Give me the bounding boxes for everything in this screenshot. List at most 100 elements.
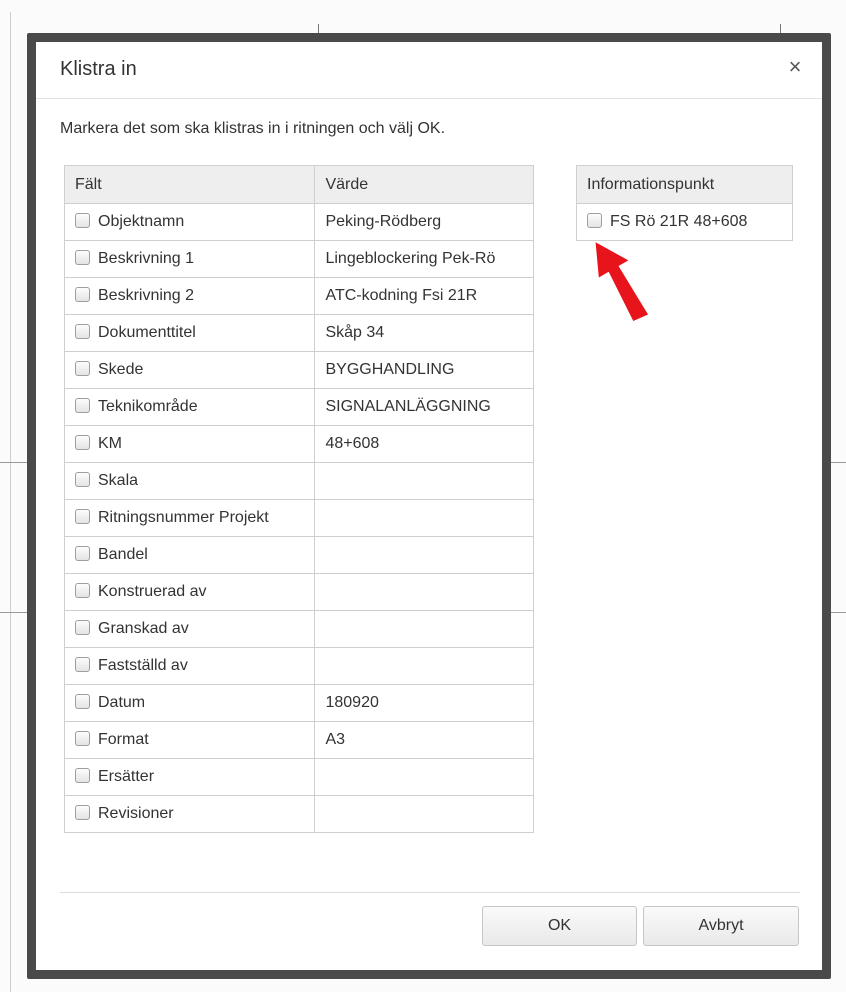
field-label: Skede: [98, 361, 144, 378]
checkbox-row[interactable]: Datum: [75, 694, 145, 711]
close-icon[interactable]: ×: [782, 54, 808, 80]
red-arrow-shape: [595, 242, 649, 321]
field-label: Datum: [98, 694, 146, 711]
background-line: [0, 612, 27, 613]
field-checkbox[interactable]: [75, 398, 90, 413]
field-checkbox[interactable]: [75, 324, 90, 339]
checkbox-row[interactable]: Konstruerad av: [75, 583, 207, 600]
field-checkbox[interactable]: [75, 213, 90, 228]
checkbox-row[interactable]: Fastställd av: [75, 657, 188, 674]
field-value: [314, 573, 534, 611]
checkbox-row[interactable]: Format: [75, 731, 149, 748]
field-checkbox[interactable]: [75, 657, 90, 672]
table-row: Ritningsnummer Projekt: [63, 499, 534, 537]
table-row: Teknikområde SIGNALANLÄGGNING: [63, 388, 534, 426]
field-label: Objektnamn: [98, 213, 185, 230]
field-value: 180920: [314, 684, 534, 722]
checkbox-row[interactable]: Bandel: [75, 546, 148, 563]
checkbox-row[interactable]: Objektnamn: [75, 213, 184, 230]
field-label: Konstruerad av: [98, 583, 207, 600]
table-row: Objektnamn Peking-Rödberg: [63, 203, 534, 241]
table-row: Bandel: [63, 536, 534, 574]
field-label: Granskad av: [98, 620, 189, 637]
field-label: Beskrivning 1: [98, 250, 195, 267]
table-row: Datum 180920: [63, 684, 534, 722]
background-line: [0, 462, 27, 463]
checkbox-row[interactable]: Ritningsnummer Projekt: [75, 509, 269, 526]
checkbox-row[interactable]: Revisioner: [75, 805, 174, 822]
red-arrow-annotation: [595, 242, 649, 321]
field-checkbox[interactable]: [75, 509, 90, 524]
field-value: BYGGHANDLING: [314, 351, 534, 389]
cancel-button[interactable]: Avbryt: [643, 906, 799, 946]
column-header-value: Värde: [314, 165, 534, 204]
field-label: Ersätter: [98, 768, 155, 785]
field-value: Peking-Rödberg: [314, 203, 534, 241]
field-label: Skala: [98, 472, 139, 489]
table-row: Skala: [63, 462, 534, 500]
field-label: Ritningsnummer Projekt: [98, 509, 269, 526]
table-row: Skede BYGGHANDLING: [63, 351, 534, 389]
field-checkbox[interactable]: [75, 768, 90, 783]
field-label: KM: [98, 435, 122, 452]
column-header-information-point: Informationspunkt: [576, 165, 793, 204]
field-label: Teknikområde: [98, 398, 198, 415]
table-header-row: Informationspunkt: [576, 165, 793, 204]
checkbox-row[interactable]: KM: [75, 435, 122, 452]
checkbox-row[interactable]: Beskrivning 1: [75, 250, 194, 267]
ok-button[interactable]: OK: [482, 906, 637, 946]
field-value: ATC-kodning Fsi 21R: [314, 277, 534, 315]
information-point-table: Informationspunkt FS Rö 21R 48+608: [576, 165, 793, 241]
footer-divider: [60, 892, 800, 893]
field-label: Bandel: [98, 546, 148, 563]
table-row: Konstruerad av: [63, 573, 534, 611]
table-row: FS Rö 21R 48+608: [576, 203, 793, 241]
field-checkbox[interactable]: [75, 583, 90, 598]
field-value: A3: [314, 721, 534, 759]
field-value: Skåp 34: [314, 314, 534, 352]
checkbox-row[interactable]: Skede: [75, 361, 143, 378]
table-row: Granskad av: [63, 610, 534, 648]
field-checkbox[interactable]: [75, 694, 90, 709]
checkbox-row[interactable]: Granskad av: [75, 620, 189, 637]
table-row: KM 48+608: [63, 425, 534, 463]
table-row: Ersätter: [63, 758, 534, 796]
information-point-label: FS Rö 21R 48+608: [610, 213, 748, 230]
field-value: [314, 610, 534, 648]
field-checkbox[interactable]: [75, 250, 90, 265]
fields-table: Fält Värde Objektnamn Peking-Rödberg Beskr…: [63, 165, 534, 833]
field-label: Revisioner: [98, 805, 174, 822]
table-header-row: Fält Värde: [63, 165, 534, 204]
field-label: Beskrivning 2: [98, 287, 195, 304]
table-row: Beskrivning 1 Lingeblockering Pek-Rö: [63, 240, 534, 278]
field-checkbox[interactable]: [75, 805, 90, 820]
checkbox-row[interactable]: Ersätter: [75, 768, 154, 785]
checkbox-row[interactable]: Teknikområde: [75, 398, 198, 415]
field-value: [314, 758, 534, 796]
information-point-checkbox[interactable]: [587, 213, 602, 228]
checkbox-row[interactable]: FS Rö 21R 48+608: [587, 213, 747, 230]
checkbox-row[interactable]: Skala: [75, 472, 138, 489]
background-divider: [10, 12, 11, 992]
field-checkbox[interactable]: [75, 435, 90, 450]
instruction-text: Markera det som ska klistras in i ritnin…: [60, 120, 446, 137]
dialog-header: Klistra in ×: [36, 42, 822, 99]
table-row: Format A3: [63, 721, 534, 759]
field-checkbox[interactable]: [75, 472, 90, 487]
field-checkbox[interactable]: [75, 546, 90, 561]
field-checkbox[interactable]: [75, 361, 90, 376]
background-line: [831, 612, 846, 613]
field-checkbox[interactable]: [75, 731, 90, 746]
field-value: [314, 647, 534, 685]
field-value: [314, 536, 534, 574]
field-value: [314, 462, 534, 500]
checkbox-row[interactable]: Beskrivning 2: [75, 287, 194, 304]
field-value: Lingeblockering Pek-Rö: [314, 240, 534, 278]
field-label: Dokumenttitel: [98, 324, 196, 341]
field-label: Fastställd av: [98, 657, 188, 674]
field-checkbox[interactable]: [75, 287, 90, 302]
field-value: [314, 499, 534, 537]
checkbox-row[interactable]: Dokumenttitel: [75, 324, 196, 341]
background-line: [831, 462, 846, 463]
field-checkbox[interactable]: [75, 620, 90, 635]
